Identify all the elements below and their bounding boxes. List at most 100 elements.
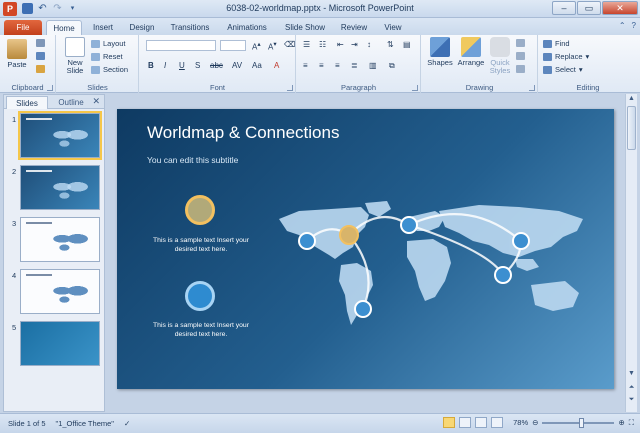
find-button[interactable]: Find <box>543 39 570 48</box>
current-slide[interactable]: Worldmap & Connections You can edit this… <box>117 109 614 389</box>
node-circle[interactable] <box>185 281 215 311</box>
font-color-button[interactable]: A <box>274 61 279 70</box>
underline-button[interactable]: U <box>179 61 185 70</box>
tab-transitions[interactable]: Transitions <box>164 20 216 35</box>
tab-home[interactable]: Home <box>46 20 82 35</box>
slideshow-button[interactable] <box>491 417 504 428</box>
close-panel-icon[interactable]: ✕ <box>92 96 100 107</box>
copy-button[interactable] <box>36 52 45 60</box>
drawing-launcher-icon[interactable] <box>529 85 535 91</box>
zoom-level[interactable]: 78% <box>513 418 528 427</box>
slide-title[interactable]: Worldmap & Connections <box>147 123 339 143</box>
font-size-select[interactable] <box>220 40 246 51</box>
node-marker[interactable] <box>512 232 530 250</box>
minimize-ribbon-icon[interactable]: ⌃ <box>619 21 626 30</box>
node-marker[interactable] <box>494 266 512 284</box>
normal-view-button[interactable] <box>443 417 456 428</box>
increase-indent-icon[interactable]: ⇥ <box>351 40 358 49</box>
slide-thumbnail-1[interactable] <box>18 111 102 160</box>
tab-animations[interactable]: Animations <box>222 20 272 35</box>
help-icon[interactable]: ? <box>632 21 636 30</box>
node-marker[interactable] <box>298 232 316 250</box>
paragraph-launcher-icon[interactable] <box>412 85 418 91</box>
zoom-in-icon[interactable]: ⊕ <box>618 418 624 427</box>
grow-font-icon[interactable]: A▴ <box>252 40 261 52</box>
columns-icon[interactable]: ▥ <box>369 61 377 70</box>
reset-button[interactable]: Reset <box>91 52 123 61</box>
select-button[interactable]: Select ▾ <box>543 65 583 74</box>
italic-button[interactable]: I <box>164 61 166 70</box>
bullets-icon[interactable]: ☰ <box>303 40 310 49</box>
shapes-button[interactable]: Shapes <box>426 37 454 67</box>
minimize-button[interactable]: – <box>552 1 576 15</box>
decrease-indent-icon[interactable]: ⇤ <box>337 40 344 49</box>
sample-text-2[interactable]: This is a sample text Insert your desire… <box>153 321 249 339</box>
cut-button[interactable] <box>36 39 45 47</box>
text-direction-icon[interactable]: ⇅ <box>387 40 394 49</box>
previous-slide-icon[interactable]: ⏶ <box>626 384 637 392</box>
shrink-font-icon[interactable]: A▾ <box>268 40 277 52</box>
shadow-button[interactable]: S <box>195 61 200 70</box>
theme-name[interactable]: "1_Office Theme" <box>56 419 114 428</box>
format-painter-button[interactable] <box>36 65 45 73</box>
scroll-thumb[interactable] <box>627 106 636 150</box>
quick-styles-button[interactable]: Quick Styles <box>486 37 514 75</box>
font-family-select[interactable] <box>146 40 216 51</box>
tab-insert[interactable]: Insert <box>86 20 120 35</box>
node-marker[interactable] <box>400 216 418 234</box>
justify-icon[interactable]: ≣ <box>351 61 358 70</box>
slide-thumbnail-4[interactable] <box>20 269 100 314</box>
layout-button[interactable]: Layout <box>91 39 126 48</box>
numbering-icon[interactable]: ☷ <box>319 40 326 49</box>
vertical-scrollbar[interactable]: ▲ ▼ ⏶ ⏷ <box>625 94 637 412</box>
tab-outline[interactable]: Outline <box>52 96 90 109</box>
align-center-icon[interactable]: ≡ <box>319 61 324 70</box>
align-text-icon[interactable]: ▤ <box>403 40 411 49</box>
slide-thumbnail-2[interactable] <box>20 165 100 210</box>
smartart-icon[interactable]: ⧉ <box>389 61 395 71</box>
sample-text-1[interactable]: This is a sample text Insert your desire… <box>153 236 249 254</box>
tab-slide-show[interactable]: Slide Show <box>280 20 330 35</box>
zoom-out-icon[interactable]: ⊖ <box>532 418 538 427</box>
align-right-icon[interactable]: ≡ <box>335 61 340 70</box>
zoom-slider-knob[interactable] <box>579 417 585 428</box>
shape-outline-button[interactable] <box>516 52 525 60</box>
new-slide-button[interactable]: New Slide <box>61 37 89 75</box>
arrange-button[interactable]: Arrange <box>456 37 486 67</box>
tab-slides[interactable]: Slides <box>6 96 48 109</box>
tab-review[interactable]: Review <box>336 20 372 35</box>
node-marker-highlight[interactable] <box>339 225 359 245</box>
world-map[interactable] <box>269 201 599 331</box>
shape-effects-button[interactable] <box>516 65 525 73</box>
change-case-button[interactable]: Aa <box>252 61 262 70</box>
scroll-up-icon[interactable]: ▲ <box>626 95 637 102</box>
slide-subtitle[interactable]: You can edit this subtitle <box>147 155 238 165</box>
bold-button[interactable]: B <box>148 61 154 70</box>
clear-format-icon[interactable]: ⌫ <box>284 40 295 49</box>
shape-fill-button[interactable] <box>516 39 525 47</box>
section-button[interactable]: Section <box>91 65 128 74</box>
zoom-slider[interactable] <box>542 417 615 428</box>
clipboard-launcher-icon[interactable] <box>47 85 53 91</box>
scroll-down-icon[interactable]: ▼ <box>626 370 637 377</box>
highlight-circle[interactable] <box>185 195 215 225</box>
fit-to-window-icon[interactable]: ⛶ <box>629 418 634 428</box>
reading-view-button[interactable] <box>475 417 488 428</box>
slide-thumbnail-5[interactable] <box>20 321 100 366</box>
next-slide-icon[interactable]: ⏷ <box>626 396 637 404</box>
slide-sorter-button[interactable] <box>459 417 472 428</box>
maximize-button[interactable]: ▭ <box>577 1 601 15</box>
node-marker[interactable] <box>354 300 372 318</box>
font-launcher-icon[interactable] <box>287 85 293 91</box>
paste-button[interactable]: Paste <box>4 39 30 69</box>
tab-view[interactable]: View <box>378 20 408 35</box>
close-button[interactable]: ✕ <box>602 1 638 15</box>
strikethrough-button[interactable]: abc <box>210 61 223 70</box>
slide-thumbnail-3[interactable] <box>20 217 100 262</box>
char-spacing-button[interactable]: AV <box>232 61 242 70</box>
tab-file[interactable]: File <box>4 20 42 35</box>
replace-button[interactable]: Replace ▾ <box>543 52 589 61</box>
align-left-icon[interactable]: ≡ <box>303 61 308 70</box>
tab-design[interactable]: Design <box>124 20 160 35</box>
spellcheck-icon[interactable]: ✓ <box>124 419 130 428</box>
